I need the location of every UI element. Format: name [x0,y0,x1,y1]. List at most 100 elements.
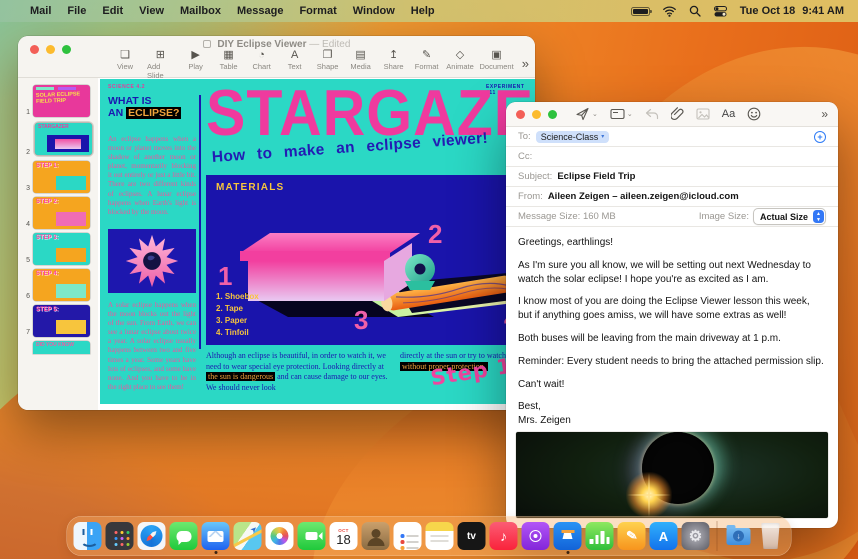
thumb-illustration [56,248,86,262]
dock-photos[interactable] [265,522,294,550]
menu-window[interactable]: Window [353,5,395,17]
slide-divider [199,95,201,349]
dock-app-store[interactable]: A [649,522,678,550]
dock-launchpad[interactable] [105,522,134,550]
message-body[interactable]: Greetings, earthlings! As I'm sure you a… [506,227,838,432]
app-store-icon: A [658,528,669,544]
body-paragraph: Greetings, earthlings! [518,237,614,249]
toolbar-overflow-button[interactable]: » [821,107,828,121]
dock-reminders[interactable] [393,522,422,550]
window-controls [516,109,557,119]
emoji-button[interactable] [747,107,761,121]
menu-view[interactable]: View [139,5,164,17]
dock-system-settings[interactable]: ⚙ [681,522,710,550]
dock-podcasts[interactable] [521,522,550,550]
subject-field[interactable]: Subject: Eclipse Field Trip [506,167,838,188]
dock-facetime[interactable] [297,522,326,550]
menu-message[interactable]: Message [237,5,283,17]
slide-thumbnail-6[interactable]: STEP 4: [33,269,90,301]
body-paragraph: I know most of you are doing the Eclipse… [518,296,810,322]
menu-clock[interactable]: Tue Oct 18 9:41 AM [740,5,844,17]
slide-thumbnail-1[interactable]: SOLAR ECLIPSE FIELD TRIP [33,85,90,117]
dock-notes[interactable] [425,522,454,550]
play-button[interactable]: ▶ Play [185,49,207,71]
format-button[interactable]: Aa [722,108,735,120]
zoom-button[interactable] [548,109,557,119]
from-field[interactable]: From: Aileen Zeigen – aileen.zeigen@iclo… [506,187,838,208]
minimize-button[interactable] [532,109,541,119]
media-button[interactable]: ▤ Media [350,49,372,71]
sun-illustration [108,229,196,293]
share-button[interactable]: ↥ Share [383,49,405,71]
toolbar-overflow-button[interactable]: » [522,54,529,71]
add-slide-button[interactable]: ⊞ Add Slide [147,49,174,80]
dock-trash[interactable] [761,523,780,549]
pages-icon: ✎ [624,527,639,544]
slide-thumbnail-3[interactable]: STEP 1: [33,161,90,193]
eclipse-photo-attachment[interactable] [516,432,828,518]
view-icon: ❏ [120,49,130,61]
dock-mail[interactable] [201,522,230,554]
menu-format[interactable]: Format [299,5,336,17]
document-button[interactable]: ▣ Document [480,49,514,71]
control-center-icon[interactable] [713,5,727,17]
cc-field[interactable]: Cc: [506,147,838,168]
menu-help[interactable]: Help [411,5,435,17]
menu-edit[interactable]: Edit [102,5,123,17]
slide-heading: WHAT IS AN ECLIPSE? [108,95,182,119]
dock-contacts[interactable] [361,522,390,550]
table-button[interactable]: ▦ Table [218,49,240,71]
search-icon[interactable] [689,5,701,17]
mail-toolbar: ⌄ ⌄ Aa » [506,102,838,128]
reply-button[interactable] [645,108,659,120]
image-size-select[interactable]: Actual Size ▲ ▼ [752,208,826,226]
dock-tv[interactable]: tv [457,522,486,550]
battery-icon[interactable] [630,6,652,16]
slide-thumbnail-7[interactable]: STEP 5: [33,305,90,337]
shape-button[interactable]: ❐ Shape [317,49,339,71]
slide-thumbnail-2-selected[interactable]: STARGAZER [35,123,92,155]
menu-app-name[interactable]: Mail [30,5,51,17]
wifi-icon[interactable] [662,5,676,17]
text-button[interactable]: A Text [284,49,306,71]
add-recipient-button[interactable]: + [814,130,826,143]
view-button[interactable]: ❏ View [114,49,136,71]
menu-file[interactable]: File [67,5,86,17]
header-fields-button[interactable]: ⌄ [610,108,633,120]
format-button[interactable]: ✎ Format [415,49,439,71]
shape-icon: ❐ [322,49,333,61]
dock-safari[interactable] [137,522,166,550]
insert-photo-button[interactable] [696,108,710,120]
dock-keynote[interactable] [553,522,582,554]
attach-icon[interactable] [670,107,684,121]
launchpad-icon [114,531,118,534]
slide-stargazer[interactable]: SCIENCE 4.2 EXPERIMENT #11 WHAT IS AN EC… [100,79,535,404]
numbers-icon [589,539,593,544]
close-button[interactable] [516,109,525,119]
dock-numbers[interactable] [585,522,614,550]
slide-thumbnail-5[interactable]: STEP 3: [33,233,90,265]
downloads-folder-icon [726,525,751,545]
dock-maps[interactable] [233,522,262,550]
send-button[interactable]: ⌄ [575,107,598,121]
dock-finder[interactable] [73,522,102,550]
body-paragraph: As I'm sure you all know, we will be set… [518,259,811,285]
dock-pages[interactable]: ✎ [617,522,646,550]
facetime-icon [305,532,323,540]
dock-divider [716,521,718,551]
slide-navigator: 1 SOLAR ECLIPSE FIELD TRIP 2 STARGAZER 3… [18,78,98,410]
chart-button[interactable]: ◔ Chart [251,49,273,71]
dock-messages[interactable] [169,522,198,550]
dock-music[interactable]: ♪ [489,522,518,550]
recipient-token[interactable]: Science-Class ▾ [535,130,610,143]
menu-mailbox[interactable]: Mailbox [180,5,221,17]
animate-button[interactable]: ◇ Animate [446,49,474,71]
slide-paragraph-2: A solar eclipse happens when the moon bl… [108,301,196,391]
animate-icon: ◇ [455,49,465,61]
dock-calendar[interactable]: OCT 18 [329,522,358,550]
to-field[interactable]: To: Science-Class ▾ + [506,127,838,148]
slide-thumbnail-8[interactable]: DID YOU KNOW [33,341,90,354]
dock-downloads[interactable] [725,522,753,550]
slide-paragraph-1: An eclipse happens when a moon or planet… [108,135,196,216]
slide-thumbnail-4[interactable]: STEP 2: [33,197,90,229]
